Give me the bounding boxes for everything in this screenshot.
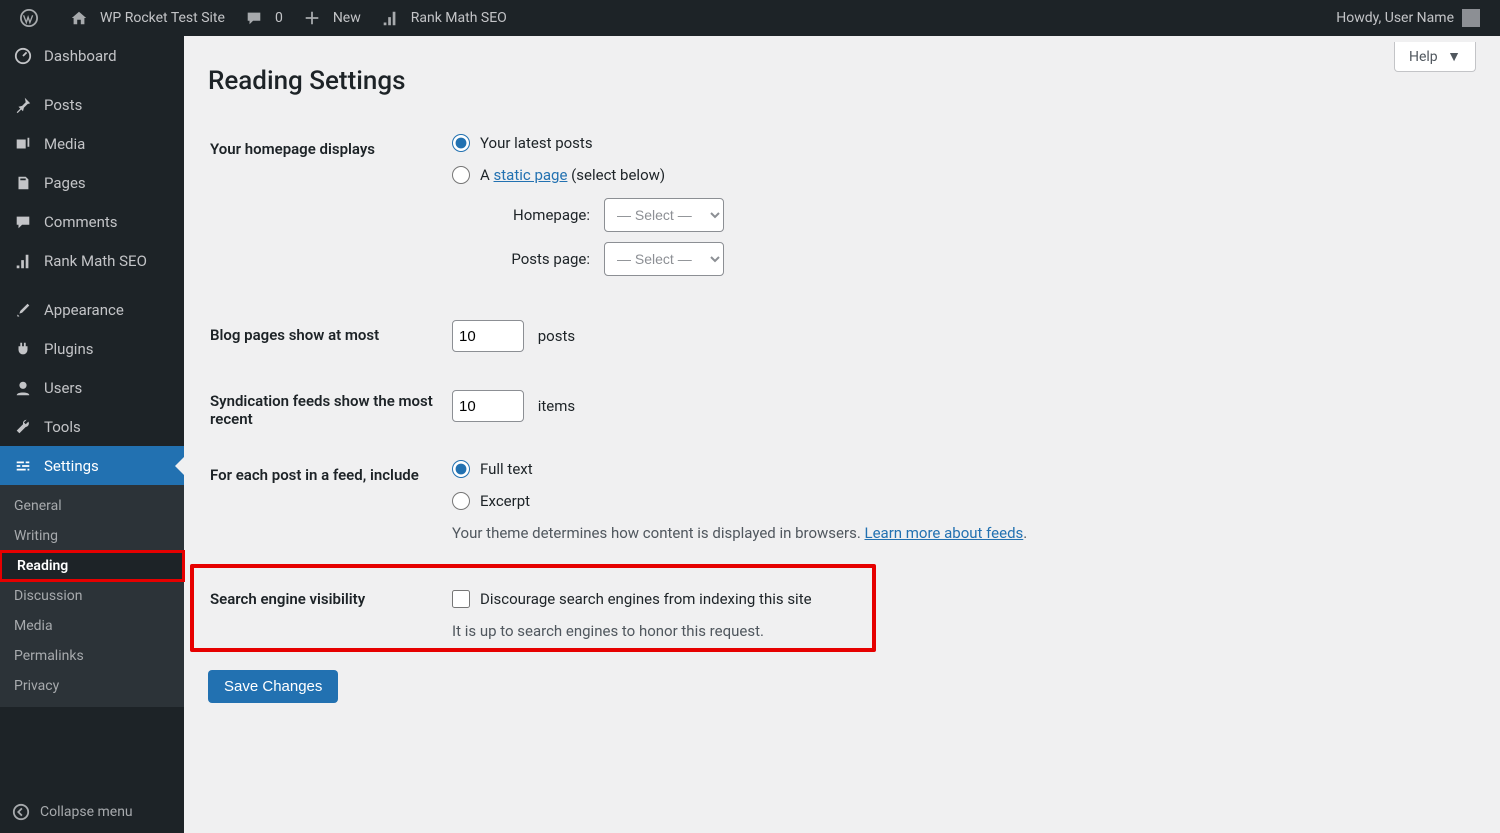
submenu-permalinks[interactable]: Permalinks: [0, 641, 184, 671]
radio-excerpt-label[interactable]: Excerpt: [480, 492, 530, 510]
radio-full-text-label[interactable]: Full text: [480, 460, 533, 478]
posts-per-rss-input[interactable]: [452, 390, 524, 422]
menu-label: Rank Math SEO: [44, 252, 147, 270]
collapse-menu-button[interactable]: Collapse menu: [0, 791, 184, 833]
radio-static-page[interactable]: [452, 166, 470, 184]
menu-label: Posts: [44, 96, 82, 114]
media-icon: [12, 134, 34, 153]
collapse-icon: [12, 803, 30, 821]
search-visibility-highlight: Search engine visibility Discourage sear…: [190, 564, 876, 652]
menu-label: Users: [44, 379, 82, 397]
admin-bar: WP Rocket Test Site 0 New Rank Math SEO …: [0, 0, 1500, 36]
learn-more-feeds-link[interactable]: Learn more about feeds: [865, 524, 1024, 542]
discourage-label[interactable]: Discourage search engines from indexing …: [480, 590, 812, 608]
posts-per-page-input[interactable]: [452, 320, 524, 352]
postspage-select[interactable]: — Select —: [604, 242, 724, 276]
submenu-writing[interactable]: Writing: [0, 521, 184, 551]
radio-excerpt[interactable]: [452, 492, 470, 510]
wordpress-icon: [20, 9, 44, 27]
search-visibility-heading: Search engine visibility: [210, 584, 450, 640]
page-title: Reading Settings: [208, 66, 1476, 96]
search-visibility-note: It is up to search engines to honor this…: [452, 622, 856, 640]
menu-label: Comments: [44, 213, 118, 231]
menu-item-rankmath[interactable]: Rank Math SEO: [0, 241, 184, 280]
wrench-icon: [12, 417, 34, 436]
menu-label: Dashboard: [44, 47, 117, 65]
menu-item-dashboard[interactable]: Dashboard: [0, 36, 184, 75]
chart-icon: [12, 251, 34, 270]
comment-icon: [245, 9, 269, 27]
chart-icon: [381, 9, 405, 27]
site-name-text: WP Rocket Test Site: [100, 10, 225, 26]
content-area: Help ▼ Reading Settings Your homepage di…: [184, 36, 1500, 833]
sliders-icon: [12, 456, 34, 475]
my-account-link[interactable]: Howdy, User Name: [1326, 0, 1490, 36]
avatar: [1462, 9, 1480, 27]
help-label: Help: [1409, 49, 1438, 65]
radio-latest-posts[interactable]: [452, 134, 470, 152]
comments-count: 0: [275, 10, 283, 26]
comments-link[interactable]: 0: [235, 0, 293, 36]
menu-item-comments[interactable]: Comments: [0, 202, 184, 241]
items-suffix: items: [538, 397, 575, 415]
collapse-label: Collapse menu: [40, 804, 133, 820]
menu-label: Media: [44, 135, 85, 153]
save-changes-button[interactable]: Save Changes: [208, 670, 338, 703]
admin-menu: Dashboard Posts Media Pages Comments Ran…: [0, 36, 184, 833]
menu-label: Settings: [44, 457, 99, 475]
menu-label: Tools: [44, 418, 81, 436]
dashboard-icon: [12, 46, 34, 65]
menu-item-users[interactable]: Users: [0, 368, 184, 407]
homepage-select-label: Homepage:: [480, 206, 590, 224]
submenu-media[interactable]: Media: [0, 611, 184, 641]
discourage-checkbox[interactable]: [452, 590, 470, 608]
new-label: New: [333, 10, 361, 26]
chevron-down-icon: ▼: [1447, 49, 1461, 65]
pages-icon: [12, 173, 34, 192]
submenu-privacy[interactable]: Privacy: [0, 671, 184, 701]
menu-label: Plugins: [44, 340, 93, 358]
user-icon: [12, 378, 34, 397]
submenu-reading[interactable]: Reading: [0, 551, 184, 581]
plus-icon: [303, 9, 327, 27]
menu-item-media[interactable]: Media: [0, 124, 184, 163]
submenu-discussion[interactable]: Discussion: [0, 581, 184, 611]
brush-icon: [12, 300, 34, 319]
wp-logo[interactable]: [10, 0, 60, 36]
posts-suffix: posts: [538, 327, 575, 345]
menu-label: Appearance: [44, 301, 124, 319]
static-page-link[interactable]: static page: [494, 166, 568, 184]
comment-icon: [12, 212, 34, 231]
feed-include-heading: For each post in a feed, include: [210, 448, 450, 562]
menu-item-posts[interactable]: Posts: [0, 85, 184, 124]
menu-item-pages[interactable]: Pages: [0, 163, 184, 202]
menu-item-tools[interactable]: Tools: [0, 407, 184, 446]
new-content-link[interactable]: New: [293, 0, 371, 36]
pin-icon: [12, 95, 34, 114]
rankmath-label: Rank Math SEO: [411, 10, 507, 26]
syndication-heading: Syndication feeds show the most recent: [210, 374, 450, 446]
postspage-select-label: Posts page:: [480, 250, 590, 268]
homepage-select[interactable]: — Select —: [604, 198, 724, 232]
menu-item-settings[interactable]: Settings: [0, 446, 184, 485]
menu-label: Pages: [44, 174, 86, 192]
plug-icon: [12, 339, 34, 358]
home-icon: [70, 9, 94, 27]
settings-submenu: General Writing Reading Discussion Media…: [0, 485, 184, 707]
site-name-link[interactable]: WP Rocket Test Site: [60, 0, 235, 36]
feed-description: Your theme determines how content is dis…: [452, 524, 1474, 542]
help-tab[interactable]: Help ▼: [1394, 42, 1476, 72]
radio-static-page-label[interactable]: A static page (select below): [480, 166, 665, 184]
rankmath-link[interactable]: Rank Math SEO: [371, 0, 517, 36]
menu-item-appearance[interactable]: Appearance: [0, 290, 184, 329]
menu-item-plugins[interactable]: Plugins: [0, 329, 184, 368]
blog-pages-heading: Blog pages show at most: [210, 308, 450, 372]
submenu-general[interactable]: General: [0, 491, 184, 521]
homepage-displays-heading: Your homepage displays: [210, 122, 450, 306]
howdy-text: Howdy, User Name: [1336, 10, 1454, 26]
radio-latest-posts-label[interactable]: Your latest posts: [480, 134, 593, 152]
radio-full-text[interactable]: [452, 460, 470, 478]
